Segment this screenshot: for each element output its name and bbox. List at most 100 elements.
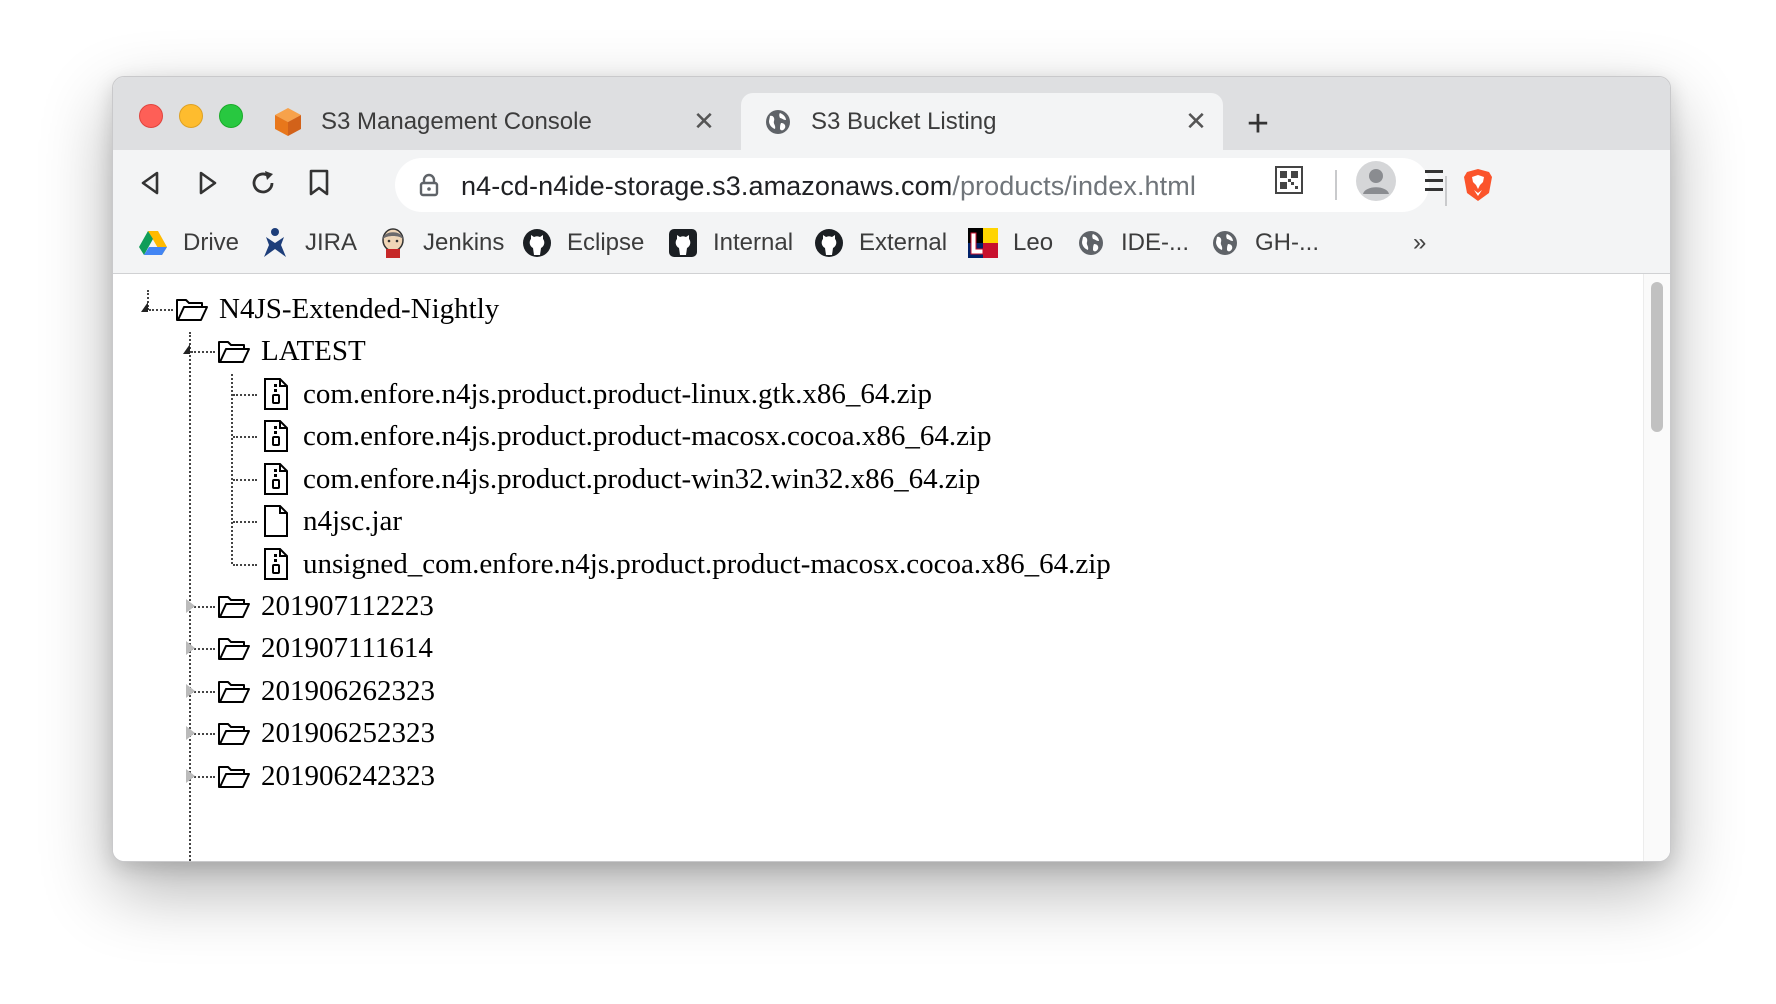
bookmark-label: IDE-... [1121, 229, 1190, 256]
tree-file-item[interactable]: n4jsc.jar [259, 499, 402, 543]
file-name: unsigned_com.enfore.n4js.product.product… [303, 547, 1111, 580]
vertical-scrollbar[interactable] [1643, 274, 1670, 861]
github-icon [813, 227, 845, 259]
bookmark-eclipse[interactable]: Eclipse [521, 225, 644, 261]
close-tab-icon[interactable]: ✕ [1181, 106, 1211, 137]
bookmark-label: Leo [1013, 229, 1054, 256]
bookmark-external[interactable]: External [813, 225, 947, 261]
github-icon [521, 227, 553, 259]
expand-toggle-icon[interactable] [186, 641, 195, 655]
tree-connector [233, 479, 257, 481]
bookmark-label: Eclipse [567, 229, 645, 256]
qr-code-icon[interactable] [1273, 164, 1305, 201]
collapse-toggle-icon[interactable] [183, 344, 190, 354]
file-name: com.enfore.n4js.product.product-win32.wi… [303, 462, 981, 495]
bookmark-label: Jenkins [423, 229, 505, 256]
bookmark-icon [309, 169, 329, 196]
tree-folder-item[interactable]: 201907112223 [217, 584, 434, 628]
bookmark-label: GH-... [1255, 229, 1319, 256]
folder-name: 201906262323 [261, 674, 435, 707]
brave-shields-icon[interactable] [1461, 167, 1495, 208]
tree-folder-item[interactable]: 201906262323 [217, 669, 435, 713]
file-name: com.enfore.n4js.product.product-linux.gt… [303, 377, 933, 410]
folder-name: N4JS-Extended-Nightly [219, 292, 500, 325]
tree-connector [233, 436, 257, 438]
folder-open-icon [217, 591, 251, 621]
folder-open-icon [217, 718, 251, 748]
bookmark-label: JIRA [305, 229, 358, 256]
tree-folder-item[interactable]: 201906252323 [217, 711, 435, 755]
globe-icon [761, 105, 795, 139]
file-name: n4jsc.jar [303, 504, 403, 537]
bookmark-ide[interactable]: IDE-... [1075, 225, 1189, 261]
aws-s3-cube-icon [271, 105, 305, 139]
browser-window: S3 Management Console ✕ S3 Bucket Listin… [112, 76, 1671, 862]
globe-icon [1209, 227, 1241, 259]
close-window-button[interactable] [139, 104, 163, 128]
back-arrow-icon [141, 171, 159, 195]
folder-name: 201906242323 [261, 759, 435, 792]
bookmark-jira[interactable]: JIRA [259, 225, 357, 261]
folder-open-icon [175, 294, 209, 324]
expand-toggle-icon[interactable] [186, 599, 195, 613]
folder-open-icon [217, 633, 251, 663]
expand-toggle-icon[interactable] [186, 769, 195, 783]
expand-toggle-icon[interactable] [186, 684, 195, 698]
bookmark-jenkins[interactable]: Jenkins [377, 225, 504, 261]
tab-title: S3 Management Console [321, 107, 592, 135]
tree-file-item[interactable]: com.enfore.n4js.product.product-linux.gt… [259, 372, 932, 416]
tree-folder-item[interactable]: 201906242323 [217, 754, 435, 798]
file-name: com.enfore.n4js.product.product-macosx.c… [303, 419, 992, 452]
tree-folder-latest[interactable]: LATEST [217, 329, 366, 373]
bookmark-gh[interactable]: GH-... [1209, 225, 1319, 261]
menu-icon[interactable] [1423, 166, 1445, 201]
back-button[interactable] [133, 165, 169, 201]
tab-title: S3 Bucket Listing [811, 107, 997, 135]
file-icon [259, 505, 293, 537]
divider [1335, 170, 1337, 200]
bookmark-label: External [859, 229, 948, 256]
reload-button[interactable] [245, 165, 281, 201]
folder-name: 201907112223 [261, 589, 434, 622]
folder-name: LATEST [261, 334, 366, 367]
scrollbar-thumb[interactable] [1651, 282, 1663, 432]
bookmark-button[interactable] [301, 165, 337, 201]
zip-file-icon [259, 548, 293, 580]
new-tab-button[interactable]: + [1241, 105, 1275, 143]
forward-button[interactable] [189, 165, 225, 201]
tree-file-item[interactable]: unsigned_com.enfore.n4js.product.product… [259, 542, 1111, 586]
bookmark-drive[interactable]: Drive [137, 225, 239, 261]
jenkins-icon [377, 227, 409, 259]
tab-s3-management-console[interactable]: S3 Management Console ✕ [251, 93, 731, 150]
globe-icon [1075, 227, 1107, 259]
tree-file-item[interactable]: com.enfore.n4js.product.product-win32.wi… [259, 457, 980, 501]
bookmark-leo[interactable]: Leo [967, 225, 1053, 261]
url-text: n4-cd-n4ide-storage.s3.amazonaws.com/pro… [461, 171, 1196, 202]
minimize-window-button[interactable] [179, 104, 203, 128]
tree-folder-root[interactable]: N4JS-Extended-Nightly [175, 287, 499, 331]
close-tab-icon[interactable]: ✕ [689, 106, 719, 137]
reload-icon [252, 171, 274, 194]
bookmark-label: Drive [183, 229, 240, 256]
toolbar: n4-cd-n4ide-storage.s3.amazonaws.com/pro… [113, 150, 1670, 215]
bookmark-label: Internal [713, 229, 794, 256]
url-host: n4-cd-n4ide-storage.s3.amazonaws.com [461, 171, 953, 201]
bookmarks-bar: Drive JIRA Jenkins Eclipse Internal Exte… [113, 215, 1670, 274]
tree-connector [233, 521, 257, 523]
bookmark-internal[interactable]: Internal [667, 225, 793, 261]
leo-dictionary-icon [967, 227, 999, 259]
collapse-toggle-icon[interactable] [141, 302, 148, 312]
github-icon [667, 227, 699, 259]
folder-open-icon [217, 676, 251, 706]
tab-s3-bucket-listing[interactable]: S3 Bucket Listing ✕ [741, 93, 1223, 150]
tree-connector [233, 394, 257, 396]
tree-folder-item[interactable]: 201907111614 [217, 626, 433, 670]
bookmarks-overflow-button[interactable]: » [1413, 229, 1426, 257]
tree-connector [231, 374, 233, 564]
expand-toggle-icon[interactable] [186, 726, 195, 740]
zoom-window-button[interactable] [219, 104, 243, 128]
profile-avatar[interactable] [1356, 161, 1396, 201]
tree-file-item[interactable]: com.enfore.n4js.product.product-macosx.c… [259, 414, 992, 458]
lock-icon [419, 173, 439, 202]
folder-open-icon [217, 336, 251, 366]
